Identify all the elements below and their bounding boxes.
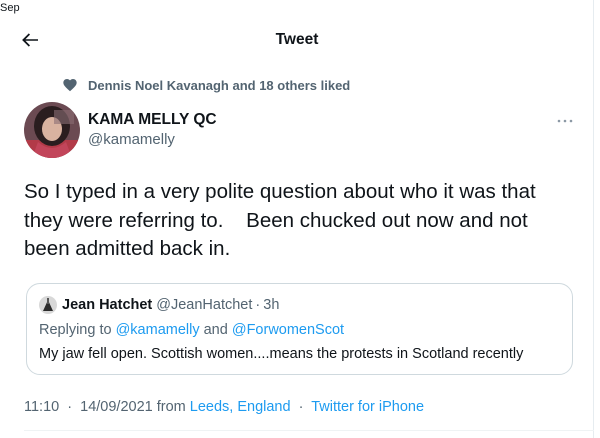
top-bar: Tweet bbox=[0, 22, 594, 60]
quoted-tweet-header: Jean Hatchet @JeanHatchet · 3h bbox=[39, 295, 279, 315]
tweet-date[interactable]: 14/09/2021 bbox=[80, 399, 153, 415]
page-title: Tweet bbox=[275, 31, 319, 48]
more-button[interactable] bbox=[556, 112, 574, 130]
replying-to-link-2[interactable]: @ForwomenScot bbox=[232, 322, 344, 338]
replying-and: and bbox=[199, 322, 232, 338]
quoted-replying-to: Replying to @kamamelly and @ForwomenScot bbox=[39, 322, 344, 338]
meta-separator: · bbox=[67, 399, 73, 415]
social-context-text: Dennis Noel Kavanagh and 18 others liked bbox=[88, 77, 351, 93]
quoted-author-handle: @JeanHatchet bbox=[156, 297, 253, 313]
tweet-text: So I typed in a very polite question abo… bbox=[24, 180, 536, 260]
tweet-location-link[interactable]: Leeds, England bbox=[190, 399, 291, 415]
replying-prefix: Replying to bbox=[39, 322, 112, 338]
social-context[interactable]: Dennis Noel Kavanagh and 18 others liked bbox=[62, 75, 350, 95]
author-name[interactable]: KAMA MELLY QC bbox=[88, 111, 217, 129]
quoted-tweet[interactable]: Jean Hatchet @JeanHatchet · 3h Replying … bbox=[26, 283, 573, 375]
page-edge-divider bbox=[593, 0, 594, 438]
bottom-divider bbox=[24, 430, 594, 431]
tweet-author: KAMA MELLY QC @kamamelly bbox=[24, 102, 584, 158]
heart-icon bbox=[63, 79, 77, 92]
tweet-time[interactable]: 11:10 bbox=[24, 399, 59, 415]
quoted-separator: · bbox=[255, 297, 261, 313]
quoted-author-name: Jean Hatchet bbox=[62, 297, 153, 313]
quoted-time: 3h bbox=[263, 297, 280, 313]
tweet-metadata: 11:10 · 14/09/2021 from Leeds, England ·… bbox=[24, 399, 424, 415]
more-dots-icon bbox=[557, 119, 573, 123]
tweet-source-link[interactable]: Twitter for iPhone bbox=[311, 399, 424, 415]
replying-to-link-1[interactable]: @kamamelly bbox=[116, 322, 200, 338]
avatar[interactable] bbox=[24, 102, 80, 158]
meta-separator: · bbox=[298, 399, 304, 415]
quoted-avatar bbox=[39, 296, 57, 314]
author-handle[interactable]: @kamamelly bbox=[88, 131, 175, 148]
partial-date-label: Sep bbox=[0, 2, 20, 14]
quoted-avatar-image bbox=[39, 296, 57, 314]
avatar-image bbox=[24, 102, 80, 158]
meta-from: from bbox=[156, 399, 186, 415]
quoted-tweet-text: My jaw fell open. Scottish women....mean… bbox=[39, 346, 524, 362]
